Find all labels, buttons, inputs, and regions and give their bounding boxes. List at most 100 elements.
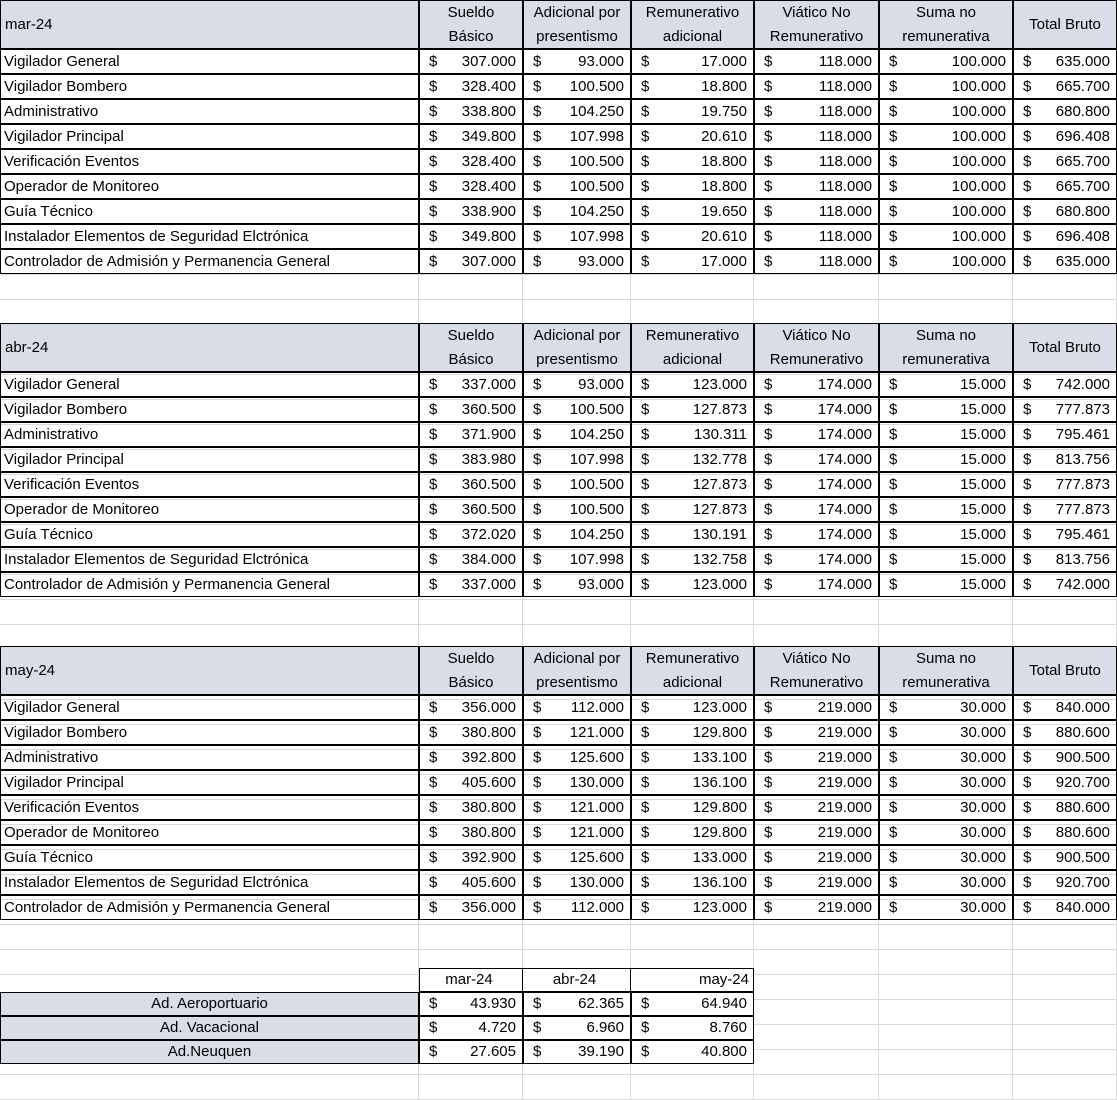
amount-cell[interactable]: $93.000 bbox=[523, 49, 631, 74]
amount-cell[interactable]: $93.000 bbox=[523, 572, 631, 597]
amount-cell[interactable]: $30.000 bbox=[879, 795, 1013, 820]
amount-cell[interactable]: $123.000 bbox=[631, 372, 754, 397]
grid-cell[interactable] bbox=[879, 925, 1013, 950]
amount-cell[interactable]: $18.800 bbox=[631, 74, 754, 99]
grid-cell[interactable] bbox=[419, 1075, 523, 1100]
amount-cell[interactable]: $15.000 bbox=[879, 547, 1013, 572]
amount-cell[interactable]: $30.000 bbox=[879, 770, 1013, 795]
role-cell[interactable]: Vigilador General bbox=[0, 695, 419, 720]
grid-cell[interactable] bbox=[754, 300, 879, 325]
amount-cell[interactable]: $18.800 bbox=[631, 174, 754, 199]
amount-cell[interactable]: $360.500 bbox=[419, 497, 523, 522]
amount-cell[interactable]: $635.000 bbox=[1013, 49, 1117, 74]
amount-cell[interactable]: $129.800 bbox=[631, 720, 754, 745]
grid-cell[interactable] bbox=[1013, 1075, 1117, 1100]
role-cell[interactable]: Controlador de Admisión y Permanencia Ge… bbox=[0, 572, 419, 597]
amount-cell[interactable]: $127.873 bbox=[631, 397, 754, 422]
role-cell[interactable]: Guía Técnico bbox=[0, 522, 419, 547]
grid-cell[interactable] bbox=[631, 300, 754, 325]
amount-cell[interactable]: $15.000 bbox=[879, 397, 1013, 422]
grid-cell[interactable] bbox=[631, 1075, 754, 1100]
amount-cell[interactable]: $665.700 bbox=[1013, 149, 1117, 174]
amount-cell[interactable]: $328.400 bbox=[419, 149, 523, 174]
grid-cell[interactable] bbox=[0, 1075, 419, 1100]
grid-cell[interactable] bbox=[1013, 1025, 1117, 1050]
amount-cell[interactable]: $17.000 bbox=[631, 249, 754, 274]
amount-cell[interactable]: $349.800 bbox=[419, 224, 523, 249]
amount-cell[interactable]: $174.000 bbox=[754, 397, 879, 422]
grid-cell[interactable] bbox=[0, 275, 419, 300]
amount-cell[interactable]: $356.000 bbox=[419, 895, 523, 920]
amount-cell[interactable]: $118.000 bbox=[754, 199, 879, 224]
amount-cell[interactable]: $130.191 bbox=[631, 522, 754, 547]
grid-cell[interactable] bbox=[419, 600, 523, 625]
summary-amount-cell[interactable]: $40.800 bbox=[631, 1040, 754, 1064]
grid-cell[interactable] bbox=[0, 950, 419, 975]
amount-cell[interactable]: $777.873 bbox=[1013, 397, 1117, 422]
amount-cell[interactable]: $100.500 bbox=[523, 497, 631, 522]
amount-cell[interactable]: $30.000 bbox=[879, 720, 1013, 745]
amount-cell[interactable]: $107.998 bbox=[523, 547, 631, 572]
role-cell[interactable]: Instalador Elementos de Seguridad Elctró… bbox=[0, 547, 419, 572]
amount-cell[interactable]: $405.600 bbox=[419, 870, 523, 895]
amount-cell[interactable]: $127.873 bbox=[631, 497, 754, 522]
amount-cell[interactable]: $372.020 bbox=[419, 522, 523, 547]
amount-cell[interactable]: $125.600 bbox=[523, 745, 631, 770]
amount-cell[interactable]: $696.408 bbox=[1013, 124, 1117, 149]
role-cell[interactable]: Operador de Monitoreo bbox=[0, 497, 419, 522]
grid-cell[interactable] bbox=[419, 275, 523, 300]
amount-cell[interactable]: $880.600 bbox=[1013, 820, 1117, 845]
grid-cell[interactable] bbox=[879, 1075, 1013, 1100]
grid-cell[interactable] bbox=[879, 275, 1013, 300]
amount-cell[interactable]: $15.000 bbox=[879, 497, 1013, 522]
role-cell[interactable]: Vigilador Principal bbox=[0, 124, 419, 149]
amount-cell[interactable]: $118.000 bbox=[754, 174, 879, 199]
amount-cell[interactable]: $129.800 bbox=[631, 820, 754, 845]
grid-cell[interactable] bbox=[1013, 600, 1117, 625]
amount-cell[interactable]: $100.000 bbox=[879, 74, 1013, 99]
grid-cell[interactable] bbox=[523, 925, 631, 950]
grid-cell[interactable] bbox=[523, 600, 631, 625]
amount-cell[interactable]: $338.900 bbox=[419, 199, 523, 224]
amount-cell[interactable]: $219.000 bbox=[754, 720, 879, 745]
grid-cell[interactable] bbox=[879, 1000, 1013, 1025]
amount-cell[interactable]: $371.900 bbox=[419, 422, 523, 447]
grid-cell[interactable] bbox=[754, 1075, 879, 1100]
amount-cell[interactable]: $130.000 bbox=[523, 770, 631, 795]
amount-cell[interactable]: $118.000 bbox=[754, 49, 879, 74]
amount-cell[interactable]: $405.600 bbox=[419, 770, 523, 795]
amount-cell[interactable]: $880.600 bbox=[1013, 795, 1117, 820]
amount-cell[interactable]: $15.000 bbox=[879, 522, 1013, 547]
amount-cell[interactable]: $19.750 bbox=[631, 99, 754, 124]
amount-cell[interactable]: $132.778 bbox=[631, 447, 754, 472]
grid-cell[interactable] bbox=[879, 1050, 1013, 1075]
amount-cell[interactable]: $107.998 bbox=[523, 224, 631, 249]
summary-amount-cell[interactable]: $43.930 bbox=[419, 992, 523, 1016]
role-cell[interactable]: Verificación Eventos bbox=[0, 149, 419, 174]
amount-cell[interactable]: $107.998 bbox=[523, 124, 631, 149]
amount-cell[interactable]: $219.000 bbox=[754, 870, 879, 895]
amount-cell[interactable]: $665.700 bbox=[1013, 74, 1117, 99]
amount-cell[interactable]: $380.800 bbox=[419, 720, 523, 745]
amount-cell[interactable]: $840.000 bbox=[1013, 895, 1117, 920]
amount-cell[interactable]: $132.758 bbox=[631, 547, 754, 572]
grid-cell[interactable] bbox=[631, 600, 754, 625]
amount-cell[interactable]: $118.000 bbox=[754, 224, 879, 249]
amount-cell[interactable]: $136.100 bbox=[631, 770, 754, 795]
amount-cell[interactable]: $174.000 bbox=[754, 522, 879, 547]
role-cell[interactable]: Instalador Elementos de Seguridad Elctró… bbox=[0, 224, 419, 249]
amount-cell[interactable]: $18.800 bbox=[631, 149, 754, 174]
amount-cell[interactable]: $15.000 bbox=[879, 472, 1013, 497]
amount-cell[interactable]: $337.000 bbox=[419, 572, 523, 597]
role-cell[interactable]: Instalador Elementos de Seguridad Elctró… bbox=[0, 870, 419, 895]
amount-cell[interactable]: $118.000 bbox=[754, 74, 879, 99]
amount-cell[interactable]: $15.000 bbox=[879, 447, 1013, 472]
role-cell[interactable]: Administrativo bbox=[0, 422, 419, 447]
amount-cell[interactable]: $130.000 bbox=[523, 870, 631, 895]
grid-cell[interactable] bbox=[631, 925, 754, 950]
grid-cell[interactable] bbox=[879, 300, 1013, 325]
grid-cell[interactable] bbox=[1013, 950, 1117, 975]
amount-cell[interactable]: $920.700 bbox=[1013, 870, 1117, 895]
amount-cell[interactable]: $93.000 bbox=[523, 372, 631, 397]
role-cell[interactable]: Vigilador Bombero bbox=[0, 397, 419, 422]
